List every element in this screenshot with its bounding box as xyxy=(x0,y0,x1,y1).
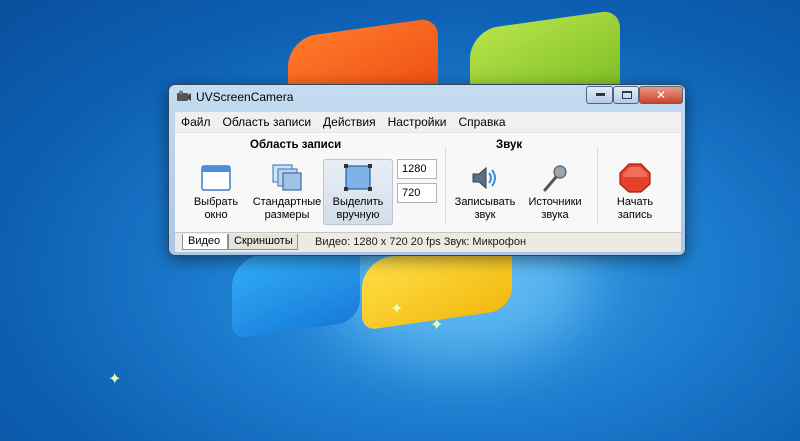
maximize-icon xyxy=(622,91,632,99)
tab-video[interactable]: Видео xyxy=(182,234,228,250)
start-recording-label: Начать запись xyxy=(616,196,654,221)
status-bar: Видео Скриншоты Видео: 1280 x 720 20 fps… xyxy=(175,232,681,252)
close-button[interactable]: ✕ xyxy=(639,86,683,104)
window-icon xyxy=(201,165,231,191)
menu-settings[interactable]: Настройки xyxy=(382,112,453,132)
sparkle-icon: ✦ xyxy=(430,317,444,334)
standard-sizes-label: Стандартные размеры xyxy=(252,196,322,221)
stop-sign-icon xyxy=(619,163,651,193)
sound-sources-label: Источники звука xyxy=(528,196,582,221)
select-manual-label: Выделить вручную xyxy=(332,196,384,221)
speaker-icon xyxy=(472,166,496,190)
app-window: UVScreenCamera ✕ Файл Область записи Дей… xyxy=(168,84,686,256)
stacked-windows-icon xyxy=(272,164,302,191)
record-sound-label: Записывать звук xyxy=(454,196,516,221)
sound-group-title: Звук xyxy=(496,139,523,151)
select-manual-button[interactable]: Выделить вручную xyxy=(323,159,393,225)
menu-record-area[interactable]: Область записи xyxy=(217,112,318,132)
width-field[interactable]: 1280 xyxy=(397,159,437,179)
menu-bar: Файл Область записи Действия Настройки С… xyxy=(175,112,681,132)
select-window-button[interactable]: Выбрать окно xyxy=(187,159,245,225)
selection-frame-icon xyxy=(344,164,372,191)
microphone-icon xyxy=(543,165,567,192)
menu-file[interactable]: Файл xyxy=(175,112,217,132)
height-field[interactable]: 720 xyxy=(397,183,437,203)
title-bar[interactable]: UVScreenCamera ✕ xyxy=(169,85,685,109)
window-title: UVScreenCamera xyxy=(196,90,294,104)
sound-sources-button[interactable]: Источники звука xyxy=(523,159,587,225)
start-recording-button[interactable]: Начать запись xyxy=(605,159,665,225)
menu-actions[interactable]: Действия xyxy=(317,112,382,132)
tab-screenshots[interactable]: Скриншоты xyxy=(228,234,298,250)
toolbar: Область записи Звук Выбрать окно Стандар… xyxy=(175,132,681,232)
toolbar-separator xyxy=(597,147,598,225)
toolbar-separator xyxy=(445,147,446,225)
minimize-button[interactable] xyxy=(586,86,613,104)
camera-icon xyxy=(177,90,191,101)
minimize-icon xyxy=(596,93,605,96)
close-icon: ✕ xyxy=(656,88,667,102)
sparkle-icon: ✦ xyxy=(108,371,122,388)
standard-sizes-button[interactable]: Стандартные размеры xyxy=(251,159,323,225)
status-text: Видео: 1280 x 720 20 fps Звук: Микрофон xyxy=(315,236,527,248)
menu-help[interactable]: Справка xyxy=(452,112,511,132)
select-window-label: Выбрать окно xyxy=(193,196,239,221)
sparkle-icon: ✦ xyxy=(390,301,404,318)
record-sound-button[interactable]: Записывать звук xyxy=(452,159,518,225)
maximize-button[interactable] xyxy=(613,86,639,104)
record-area-group-title: Область записи xyxy=(250,139,342,151)
